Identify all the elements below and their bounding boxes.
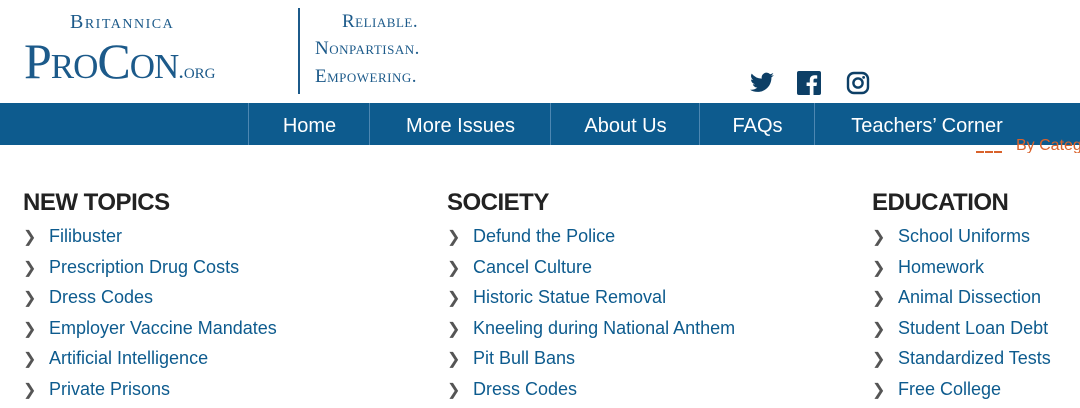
chevron-right-icon: ❯ [872,379,898,402]
topic-link[interactable]: Animal Dissection [898,287,1041,307]
nav-faqs[interactable]: FAQs [699,103,815,145]
chevron-right-icon: ❯ [447,226,473,249]
list-item[interactable]: ❯Private Prisons [23,378,277,408]
nav-more-issues[interactable]: More Issues [369,103,551,145]
education-heading: EDUCATION [872,189,1051,217]
chevron-right-icon: ❯ [872,318,898,341]
chevron-right-icon: ❯ [23,287,49,310]
new-topics-heading: NEW TOPICS [23,189,277,217]
topic-link[interactable]: Private Prisons [49,379,170,399]
list-item[interactable]: ❯Free College [872,378,1051,408]
logo-divider [298,8,300,94]
chevron-right-icon: ❯ [23,379,49,402]
chevron-right-icon: ❯ [447,348,473,371]
topic-link[interactable]: Employer Vaccine Mandates [49,318,277,338]
list-item[interactable]: ❯Filibuster [23,225,277,256]
by-category-label: By Categ [1016,137,1080,153]
chevron-right-icon: ❯ [447,287,473,310]
topic-link[interactable]: Historic Statue Removal [473,287,666,307]
topic-link[interactable]: Defund the Police [473,226,615,246]
list-item[interactable]: ❯Student Loan Debt [872,317,1051,348]
list-item[interactable]: ❯Employer Vaccine Mandates [23,317,277,348]
chevron-right-icon: ❯ [23,257,49,280]
topic-link[interactable]: Artificial Intelligence [49,348,208,368]
topic-link[interactable]: Pit Bull Bans [473,348,575,368]
list-item[interactable]: ❯School Uniforms [872,225,1051,256]
topic-link[interactable]: Standardized Tests [898,348,1051,368]
topic-link[interactable]: Cancel Culture [473,257,592,277]
chevron-right-icon: ❯ [447,318,473,341]
new-topics-column: NEW TOPICS ❯Filibuster ❯Prescription Dru… [23,189,277,408]
topic-link[interactable]: Prescription Drug Costs [49,257,239,277]
list-item[interactable]: ❯Dress Codes [447,378,735,408]
chevron-right-icon: ❯ [23,226,49,249]
list-item[interactable]: ❯Defund the Police [447,225,735,256]
list-item[interactable]: ❯Animal Dissection [872,286,1051,317]
grid-icon [976,145,1003,153]
society-heading: SOCIETY [447,189,735,217]
chevron-right-icon: ❯ [872,226,898,249]
chevron-right-icon: ❯ [447,257,473,280]
chevron-right-icon: ❯ [23,348,49,371]
chevron-right-icon: ❯ [872,348,898,371]
chevron-right-icon: ❯ [447,379,473,402]
twitter-icon[interactable] [749,70,775,96]
topic-link[interactable]: Student Loan Debt [898,318,1048,338]
logo-procon-text: ProCon.org [24,36,216,86]
topic-link[interactable]: School Uniforms [898,226,1030,246]
list-item[interactable]: ❯Historic Statue Removal [447,286,735,317]
topic-link[interactable]: Free College [898,379,1001,399]
list-item[interactable]: ❯Kneeling during National Anthem [447,317,735,348]
list-item[interactable]: ❯Artificial Intelligence [23,347,277,378]
list-item[interactable]: ❯Standardized Tests [872,347,1051,378]
logo-procon-main: ProCon [24,33,178,89]
tagline-nonpartisan: Nonpartisan. [315,38,420,60]
list-item[interactable]: ❯Cancel Culture [447,256,735,287]
topic-link[interactable]: Filibuster [49,226,122,246]
list-item[interactable]: ❯Homework [872,256,1051,287]
education-column: EDUCATION ❯School Uniforms ❯Homework ❯An… [872,189,1051,408]
logo-org-suffix: .org [178,58,215,83]
logo-britannica-text: Britannica [70,11,174,34]
chevron-right-icon: ❯ [872,257,898,280]
by-category-link[interactable]: By Categ [976,137,1080,153]
tagline-empowering: Empowering. [315,66,417,88]
list-item[interactable]: ❯Dress Codes [23,286,277,317]
chevron-right-icon: ❯ [872,287,898,310]
topic-link[interactable]: Dress Codes [473,379,577,399]
nav-about-us[interactable]: About Us [550,103,700,145]
chevron-right-icon: ❯ [23,318,49,341]
topic-link[interactable]: Dress Codes [49,287,153,307]
nav-home[interactable]: Home [248,103,370,145]
tagline-reliable: Reliable. [342,11,418,33]
list-item[interactable]: ❯Pit Bull Bans [447,347,735,378]
topic-link[interactable]: Kneeling during National Anthem [473,318,735,338]
instagram-icon[interactable] [846,71,870,95]
main-navbar: Home More Issues About Us FAQs Teachers’… [0,103,1080,145]
list-item[interactable]: ❯Prescription Drug Costs [23,256,277,287]
society-column: SOCIETY ❯Defund the Police ❯Cancel Cultu… [447,189,735,408]
facebook-icon[interactable] [797,71,821,95]
topic-link[interactable]: Homework [898,257,984,277]
